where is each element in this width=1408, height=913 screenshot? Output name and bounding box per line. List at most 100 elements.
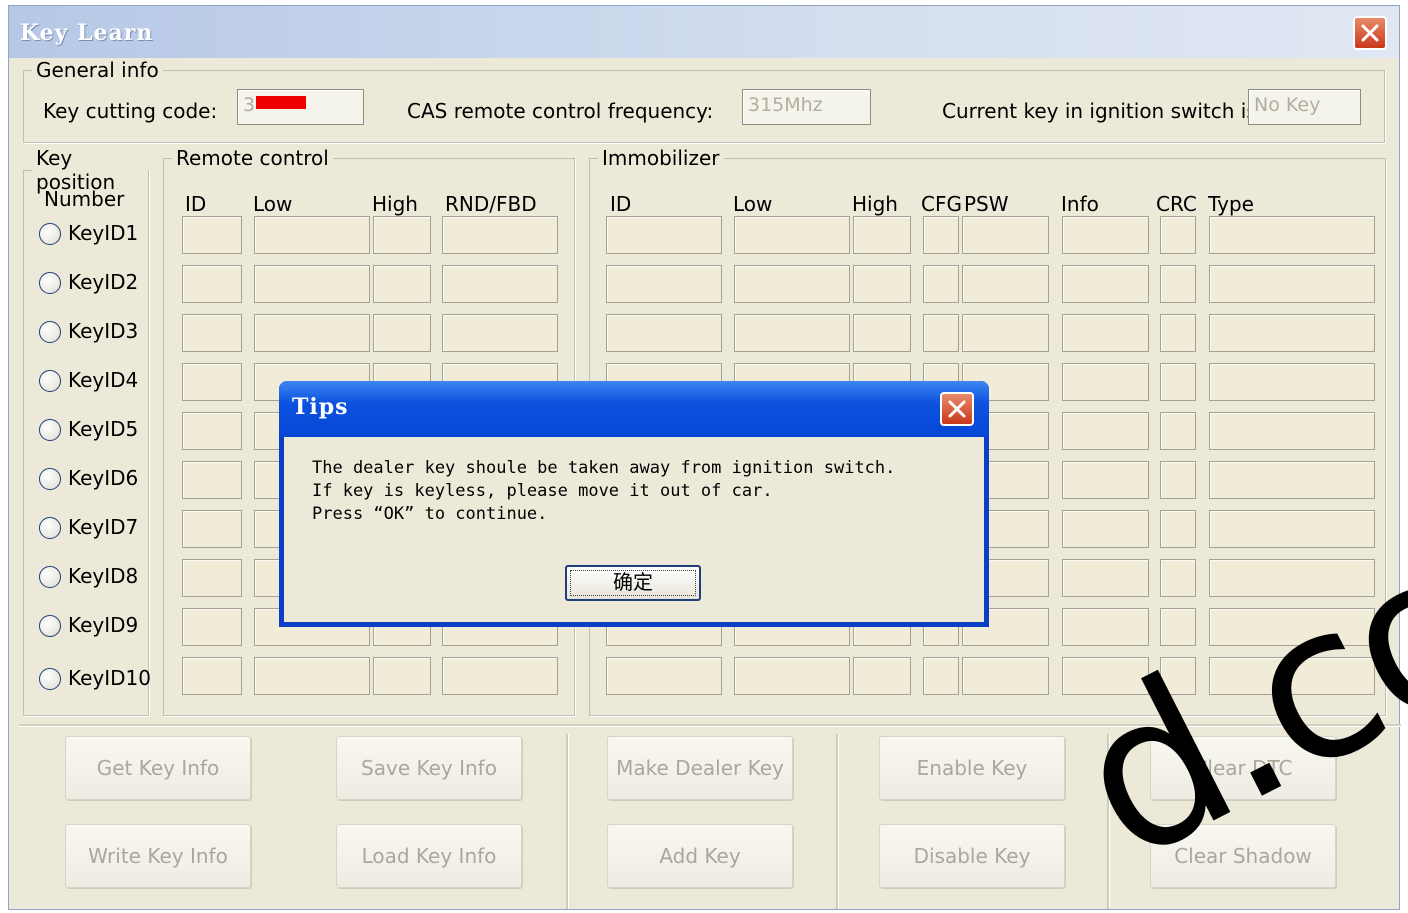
- im-crc-cell[interactable]: [1160, 265, 1196, 303]
- im-psw-cell[interactable]: [962, 216, 1049, 254]
- rc-low-cell[interactable]: [254, 657, 370, 695]
- separator: [566, 734, 569, 909]
- rc-id-cell[interactable]: [182, 216, 242, 254]
- im-low-cell[interactable]: [734, 216, 850, 254]
- rc-id-cell[interactable]: [182, 559, 242, 597]
- rc-low-cell[interactable]: [254, 265, 370, 303]
- window-title: Key Learn: [20, 20, 154, 46]
- rc-high-cell[interactable]: [373, 216, 431, 254]
- key-radio-button[interactable]: [39, 223, 61, 245]
- im-high-cell[interactable]: [853, 314, 911, 352]
- current-key-field[interactable]: No Key: [1248, 89, 1361, 125]
- rc-id-cell[interactable]: [182, 412, 242, 450]
- dialog-message: The dealer key shoule be taken away from…: [312, 458, 896, 524]
- redaction-block: [256, 96, 306, 109]
- im-type-cell[interactable]: [1209, 412, 1375, 450]
- im-id-cell[interactable]: [606, 657, 722, 695]
- rc-id-cell[interactable]: [182, 363, 242, 401]
- im-info-cell[interactable]: [1062, 314, 1149, 352]
- remote-control-legend: Remote control: [176, 146, 329, 170]
- key-radio-button[interactable]: [39, 566, 61, 588]
- im-crc-cell[interactable]: [1160, 510, 1196, 548]
- im-crc-cell[interactable]: [1160, 363, 1196, 401]
- key-radio-button[interactable]: [39, 419, 61, 441]
- im-high-cell[interactable]: [853, 265, 911, 303]
- im-id-cell[interactable]: [606, 314, 722, 352]
- im-type-cell[interactable]: [1209, 314, 1375, 352]
- write-key-info-button[interactable]: Write Key Info: [65, 824, 251, 888]
- im-header-id: ID: [610, 192, 632, 216]
- im-cfg-cell[interactable]: [923, 314, 959, 352]
- rc-rnd-fbd-cell[interactable]: [442, 314, 558, 352]
- im-type-cell[interactable]: [1209, 363, 1375, 401]
- rc-id-cell[interactable]: [182, 608, 242, 646]
- im-id-cell[interactable]: [606, 216, 722, 254]
- get-key-info-button[interactable]: Get Key Info: [65, 736, 251, 800]
- rc-rnd-fbd-cell[interactable]: [442, 657, 558, 695]
- im-type-cell[interactable]: [1209, 265, 1375, 303]
- rc-high-cell[interactable]: [373, 265, 431, 303]
- cas-frequency-field[interactable]: 315Mhz: [742, 89, 871, 125]
- im-cfg-cell[interactable]: [923, 265, 959, 303]
- im-crc-cell[interactable]: [1160, 314, 1196, 352]
- im-type-cell[interactable]: [1209, 461, 1375, 499]
- rc-low-cell[interactable]: [254, 314, 370, 352]
- im-crc-cell[interactable]: [1160, 461, 1196, 499]
- key-cutting-code-field[interactable]: 3: [237, 89, 364, 125]
- rc-id-cell[interactable]: [182, 461, 242, 499]
- dialog-close-button[interactable]: [940, 392, 974, 426]
- rc-rnd-fbd-cell[interactable]: [442, 216, 558, 254]
- im-crc-cell[interactable]: [1160, 412, 1196, 450]
- im-low-cell[interactable]: [734, 657, 850, 695]
- rc-id-cell[interactable]: [182, 510, 242, 548]
- im-crc-cell[interactable]: [1160, 559, 1196, 597]
- add-key-button[interactable]: Add Key: [607, 824, 793, 888]
- im-cfg-cell[interactable]: [923, 657, 959, 695]
- im-crc-cell[interactable]: [1160, 216, 1196, 254]
- ok-button[interactable]: 确定: [565, 565, 701, 601]
- rc-high-cell[interactable]: [373, 314, 431, 352]
- key-radio-button[interactable]: [39, 517, 61, 539]
- window-titlebar[interactable]: Key Learn: [9, 6, 1399, 58]
- key-radio-button[interactable]: [39, 272, 61, 294]
- im-info-cell[interactable]: [1062, 559, 1149, 597]
- im-high-cell[interactable]: [853, 216, 911, 254]
- rc-id-cell[interactable]: [182, 265, 242, 303]
- im-info-cell[interactable]: [1062, 265, 1149, 303]
- rc-rnd-fbd-cell[interactable]: [442, 265, 558, 303]
- key-radio-button[interactable]: [39, 468, 61, 490]
- key-radio-button[interactable]: [39, 668, 61, 690]
- key-radio-button[interactable]: [39, 615, 61, 637]
- dialog-titlebar[interactable]: Tips: [279, 381, 989, 437]
- im-psw-cell[interactable]: [962, 657, 1049, 695]
- im-psw-cell[interactable]: [962, 314, 1049, 352]
- rc-high-cell[interactable]: [373, 657, 431, 695]
- rc-id-cell[interactable]: [182, 657, 242, 695]
- key-radio-label: KeyID6: [68, 466, 139, 490]
- enable-key-button[interactable]: Enable Key: [879, 736, 1065, 800]
- load-key-info-button[interactable]: Load Key Info: [336, 824, 522, 888]
- im-high-cell[interactable]: [853, 657, 911, 695]
- key-radio-button[interactable]: [39, 370, 61, 392]
- rc-header-low: Low: [253, 192, 293, 216]
- window-close-button[interactable]: [1353, 16, 1387, 50]
- im-info-cell[interactable]: [1062, 461, 1149, 499]
- rc-low-cell[interactable]: [254, 216, 370, 254]
- im-info-cell[interactable]: [1062, 363, 1149, 401]
- im-info-cell[interactable]: [1062, 216, 1149, 254]
- save-key-info-button[interactable]: Save Key Info: [336, 736, 522, 800]
- rc-id-cell[interactable]: [182, 314, 242, 352]
- im-low-cell[interactable]: [734, 265, 850, 303]
- im-psw-cell[interactable]: [962, 265, 1049, 303]
- im-cfg-cell[interactable]: [923, 216, 959, 254]
- key-radio-label: KeyID4: [68, 368, 139, 392]
- im-info-cell[interactable]: [1062, 510, 1149, 548]
- im-id-cell[interactable]: [606, 265, 722, 303]
- im-type-cell[interactable]: [1209, 216, 1375, 254]
- dialog-body: The dealer key shoule be taken away from…: [284, 437, 984, 622]
- im-low-cell[interactable]: [734, 314, 850, 352]
- disable-key-button[interactable]: Disable Key: [879, 824, 1065, 888]
- key-radio-button[interactable]: [39, 321, 61, 343]
- im-info-cell[interactable]: [1062, 412, 1149, 450]
- make-dealer-key-button[interactable]: Make Dealer Key: [607, 736, 793, 800]
